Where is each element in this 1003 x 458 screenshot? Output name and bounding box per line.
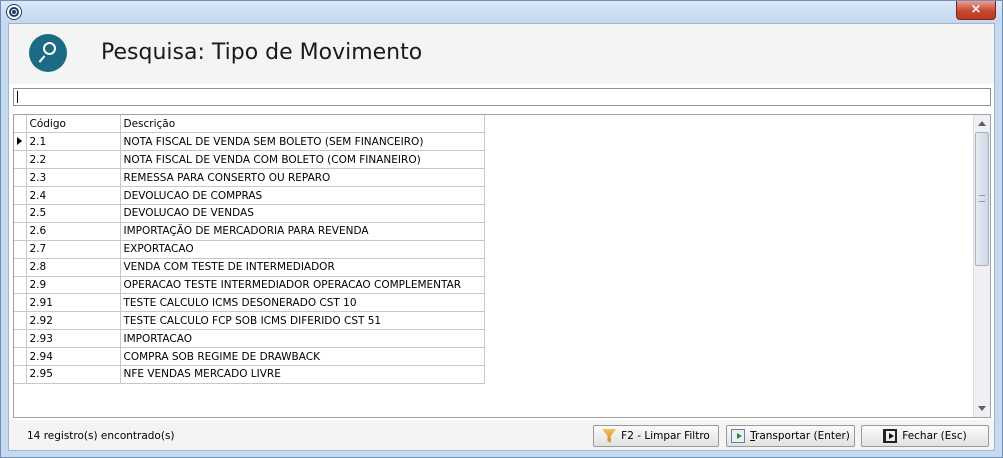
scroll-up-arrow-icon[interactable] (974, 115, 990, 132)
cell-code[interactable]: 2.95 (25, 364, 121, 384)
cell-code[interactable]: 2.3 (25, 168, 121, 188)
cell-description[interactable]: IMPORTAÇÃO DE MERCADORIA PARA REVENDA (119, 221, 485, 241)
table-row[interactable]: 2.91 TESTE CALCULO ICMS DESONERADO CST 10 (14, 293, 485, 313)
cell-code[interactable]: 2.8 (25, 257, 121, 277)
current-row-arrow-icon (17, 136, 22, 145)
row-indicator (14, 329, 27, 349)
clear-filter-label: F2 - Limpar Filtro (621, 430, 710, 442)
table-row[interactable]: 2.5 DEVOLUCAO DE VENDAS (14, 203, 485, 223)
cell-code[interactable]: 2.5 (25, 203, 121, 223)
table-row[interactable]: 2.6 IMPORTAÇÃO DE MERCADORIA PARA REVENDA (14, 221, 485, 241)
table-row[interactable]: 2.95 NFE VENDAS MERCADO LIVRE (14, 364, 485, 384)
transport-label: Transportar (Enter) (750, 430, 850, 442)
row-indicator (14, 311, 27, 331)
dialog-header: Pesquisa: Tipo de Movimento (9, 24, 994, 84)
search-window: × Pesquisa: Tipo de Movimento Código Des… (0, 0, 1003, 458)
row-indicator (14, 257, 27, 277)
close-label: Fechar (Esc) (902, 430, 967, 442)
cell-description[interactable]: NOTA FISCAL DE VENDA COM BOLETO (COM FIN… (119, 150, 485, 170)
cell-code[interactable]: 2.6 (25, 221, 121, 241)
window-close-button[interactable]: × (956, 1, 996, 20)
table-row[interactable]: 2.3 REMESSA PARA CONSERTO OU REPARO (14, 168, 485, 188)
row-indicator (14, 293, 27, 313)
row-indicator (14, 347, 27, 366)
table-row[interactable]: 2.1 NOTA FISCAL DE VENDA SEM BOLETO (SEM … (14, 132, 485, 152)
cell-code[interactable]: 2.1 (25, 132, 121, 152)
cell-code[interactable]: 2.92 (25, 311, 121, 331)
table-row[interactable]: 2.94 COMPRA SOB REGIME DE DRAWBACK (14, 347, 485, 366)
table-row[interactable]: 2.4 DEVOLUCAO DE COMPRAS (14, 186, 485, 205)
table-row[interactable]: 2.93 IMPORTACAO (14, 329, 485, 349)
cell-description[interactable]: IMPORTACAO (119, 329, 485, 349)
row-indicator (14, 275, 27, 295)
cell-description[interactable]: OPERACAO TESTE INTERMEDIADOR OPERACAO CO… (119, 275, 485, 295)
scroll-down-arrow-icon[interactable] (974, 400, 990, 417)
cell-code[interactable]: 2.4 (25, 186, 121, 205)
row-indicator (14, 239, 27, 259)
clear-filter-button[interactable]: F2 - Limpar Filtro (593, 425, 719, 447)
dialog-body: Pesquisa: Tipo de Movimento Código Descr… (8, 23, 995, 451)
row-indicator (14, 221, 27, 241)
cell-code[interactable]: 2.2 (25, 150, 121, 170)
title-bar[interactable]: × (1, 1, 1002, 23)
table-row[interactable]: 2.92 TESTE CALCULO FCP SOB ICMS DIFERIDO … (14, 311, 485, 331)
cell-description[interactable]: EXPORTACAO (119, 239, 485, 259)
cell-code[interactable]: 2.91 (25, 293, 121, 313)
close-button[interactable]: Fechar (Esc) (861, 425, 989, 447)
cell-code[interactable]: 2.93 (25, 329, 121, 349)
cell-description[interactable]: TESTE CALCULO ICMS DESONERADO CST 10 (119, 293, 485, 313)
row-indicator (14, 186, 27, 205)
search-icon (29, 34, 67, 72)
transport-button[interactable]: Transportar (Enter) (726, 425, 855, 447)
cell-description[interactable]: TESTE CALCULO FCP SOB ICMS DIFERIDO CST … (119, 311, 485, 331)
table-header-row: Código Descrição (14, 115, 485, 134)
cell-code[interactable]: 2.94 (25, 347, 121, 366)
cell-description[interactable]: COMPRA SOB REGIME DE DRAWBACK (119, 347, 485, 366)
row-indicator (14, 364, 27, 384)
row-indicator (14, 132, 27, 152)
column-header-description[interactable]: Descrição (119, 115, 485, 134)
scroll-thumb[interactable] (975, 132, 989, 266)
text-caret (17, 91, 18, 103)
app-logo-icon (7, 5, 21, 19)
transport-icon (731, 429, 746, 443)
cell-description[interactable]: REMESSA PARA CONSERTO OU REPARO (119, 168, 485, 188)
record-count-status: 14 registro(s) encontrado(s) (27, 430, 175, 442)
filter-clear-icon (602, 429, 617, 443)
results-table: Código Descrição 2.1 NOTA FISCAL DE VENDA… (14, 115, 485, 384)
table-row[interactable]: 2.2 NOTA FISCAL DE VENDA COM BOLETO (COM … (14, 150, 485, 170)
cell-description[interactable]: NFE VENDAS MERCADO LIVRE (119, 364, 485, 384)
row-indicator (14, 150, 27, 170)
row-indicator (14, 203, 27, 223)
table-row[interactable]: 2.7 EXPORTACAO (14, 239, 485, 259)
table-row[interactable]: 2.9 OPERACAO TESTE INTERMEDIADOR OPERACAO… (14, 275, 485, 295)
dialog-footer: 14 registro(s) encontrado(s) F2 - Limpar… (9, 420, 994, 450)
cell-description[interactable]: NOTA FISCAL DE VENDA SEM BOLETO (SEM FIN… (119, 132, 485, 152)
results-grid[interactable]: Código Descrição 2.1 NOTA FISCAL DE VENDA… (13, 114, 991, 418)
cell-description[interactable]: VENDA COM TESTE DE INTERMEDIADOR (119, 257, 485, 277)
exit-icon (883, 429, 898, 443)
table-row[interactable]: 2.8 VENDA COM TESTE DE INTERMEDIADOR (14, 257, 485, 277)
cell-description[interactable]: DEVOLUCAO DE VENDAS (119, 203, 485, 223)
cell-code[interactable]: 2.7 (25, 239, 121, 259)
cell-code[interactable]: 2.9 (25, 275, 121, 295)
vertical-scrollbar[interactable] (973, 115, 990, 417)
row-indicator (14, 168, 27, 188)
cell-description[interactable]: DEVOLUCAO DE COMPRAS (119, 186, 485, 205)
column-header-code[interactable]: Código (25, 115, 121, 134)
filter-input[interactable] (13, 88, 991, 106)
row-indicator-header (14, 115, 27, 134)
page-title: Pesquisa: Tipo de Movimento (101, 40, 423, 65)
